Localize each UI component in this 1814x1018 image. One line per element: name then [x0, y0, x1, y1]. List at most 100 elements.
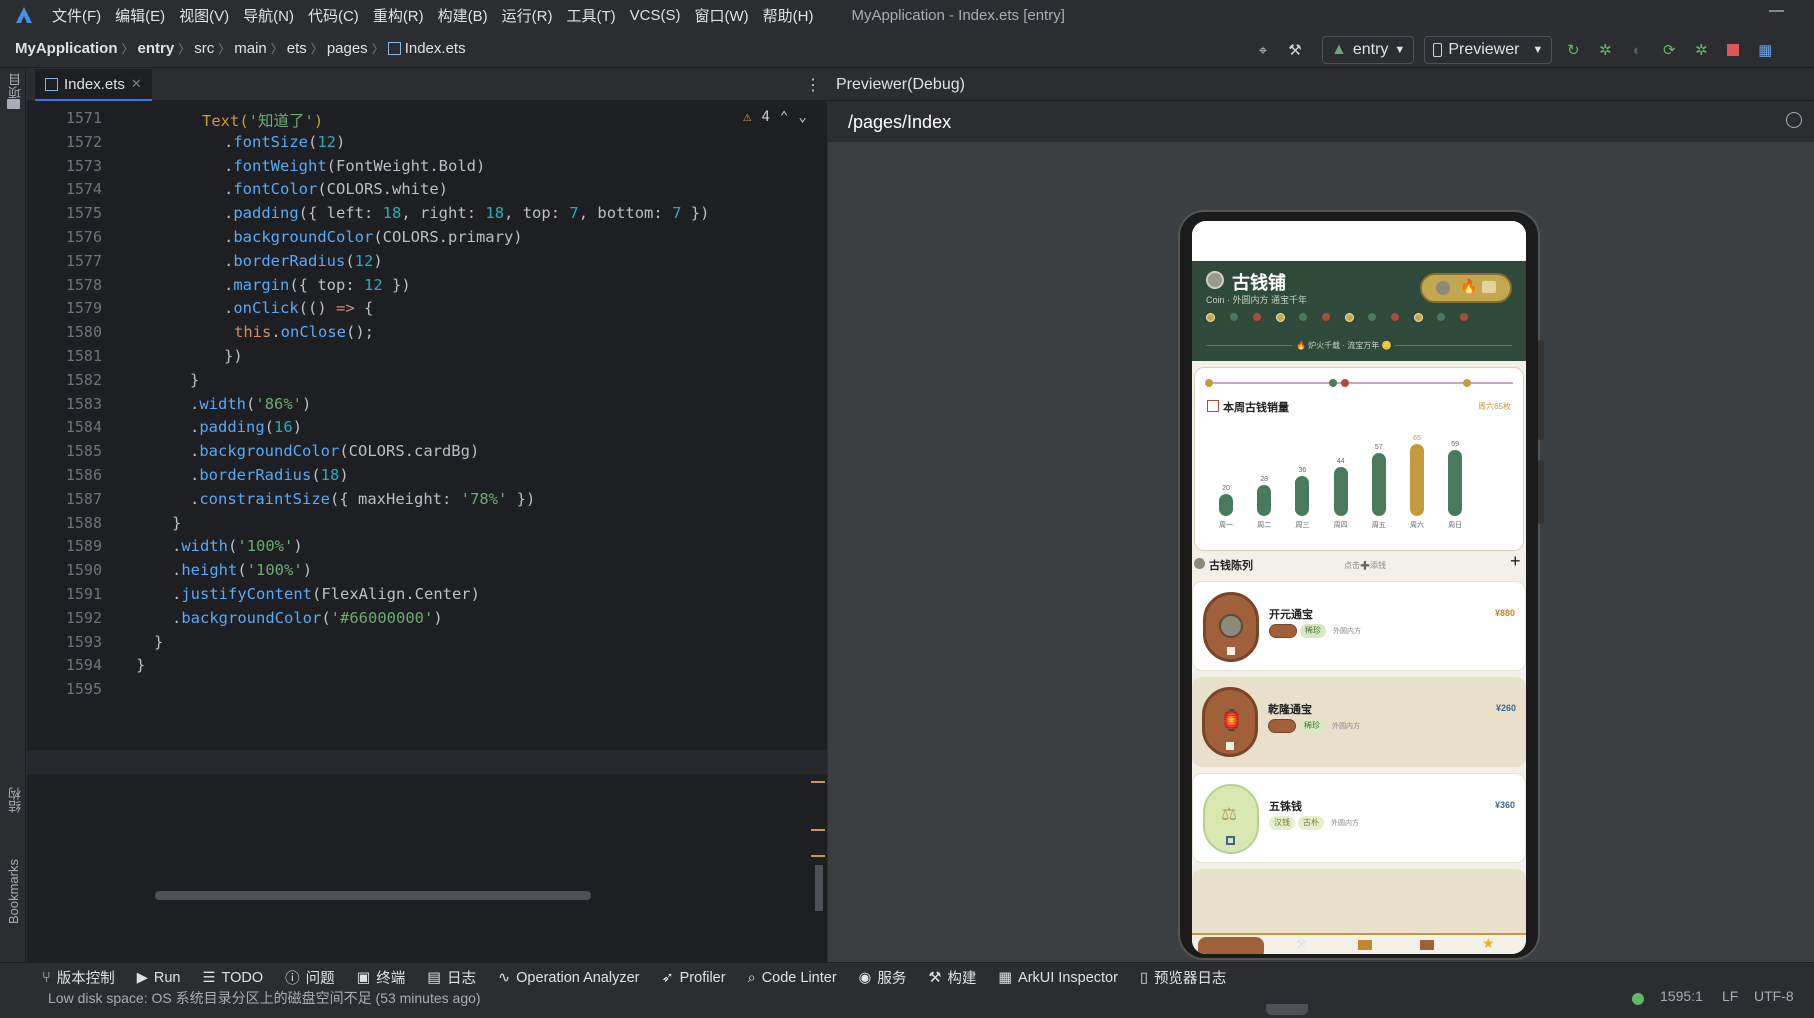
line-number: 1581 [65, 347, 102, 365]
tool-terminal[interactable]: ▣ 终端 [357, 967, 406, 988]
minimize-button[interactable]: — [1769, 2, 1784, 19]
menu-navigate[interactable]: 导航(N) [243, 5, 294, 26]
line-number: 1589 [65, 537, 102, 556]
cursor-position[interactable]: 1595:1 [1660, 988, 1703, 1004]
menu-vcs[interactable]: VCS(S) [630, 7, 681, 24]
menu-run[interactable]: 运行(R) [502, 5, 553, 26]
book-icon[interactable] [1358, 940, 1372, 950]
line-separator[interactable]: LF [1722, 988, 1738, 1004]
phone-screen[interactable]: 古钱铺 Coin · 外圆内方 通宝千年 🔥 🔥 炉火千载 · 流宝万年 🪙 本… [1192, 221, 1526, 954]
close-icon[interactable]: ✕ [131, 76, 142, 92]
preview-canvas: 古钱铺 Coin · 外圆内方 通宝千年 🔥 🔥 炉火千载 · 流宝万年 🪙 本… [828, 142, 1814, 1015]
line-number: 1594 [65, 656, 102, 675]
hammer-icon[interactable]: ⚒ [1284, 39, 1306, 61]
box-icon[interactable] [1482, 281, 1496, 293]
module-select[interactable]: ▲ entry ▼ [1322, 36, 1415, 64]
debug-icon[interactable]: ✲ [1594, 39, 1616, 61]
breadcrumb-entry[interactable]: entry [138, 40, 175, 57]
header-actions[interactable]: 🔥 [1420, 273, 1512, 303]
fire-icon[interactable]: 🔥 [1460, 278, 1477, 295]
stop-icon[interactable] [1722, 39, 1744, 61]
breadcrumb-project[interactable]: MyApplication [15, 40, 118, 57]
coin-image [1203, 592, 1259, 662]
menu-refactor[interactable]: 重构(R) [373, 5, 424, 26]
tool-vcs[interactable]: ⑂ 版本控制 [42, 967, 115, 988]
menu-help[interactable]: 帮助(H) [763, 5, 814, 26]
add-coin-button[interactable]: + [1510, 551, 1521, 572]
list-item[interactable]: 🏮 乾隆通宝 ¥260 稀珍 外圆内方 [1192, 677, 1526, 767]
tool-build[interactable]: ⚒ 构建 [928, 967, 976, 988]
file-encoding[interactable]: UTF-8 [1754, 988, 1794, 1004]
structure-tool-label[interactable]: 结构 [6, 787, 25, 813]
line-number: 1584 [65, 418, 102, 437]
tool-services[interactable]: ◉ 服务 [859, 967, 907, 988]
bookmarks-tool-label[interactable]: Bookmarks [6, 859, 21, 924]
tool-log[interactable]: ▤ 日志 [427, 967, 476, 988]
chart-bar [1371, 452, 1386, 516]
tool-code-linter[interactable]: ⌕ Code Linter [748, 970, 837, 986]
project-tool-label[interactable]: 项目 [6, 73, 25, 99]
tab-home[interactable] [1198, 937, 1264, 954]
chart-bar [1333, 466, 1348, 516]
editor-tab-bar: Index.ets ✕ ⋮ [27, 69, 827, 101]
tool-run[interactable]: ▶ Run [137, 970, 181, 986]
chevron-up-icon[interactable]: ⌃ [780, 109, 788, 125]
device-select[interactable]: Previewer ▼ [1424, 36, 1553, 64]
breadcrumb-main[interactable]: main [234, 40, 267, 57]
status-message[interactable]: Low disk space: OS 系统目录分区上的磁盘空间不足 (53 mi… [48, 988, 481, 1008]
menu-file[interactable]: 文件(F) [52, 5, 101, 26]
linter-icon: ⌕ [747, 969, 756, 986]
debug-reload-icon[interactable]: ✲ [1690, 39, 1712, 61]
item-name: 五铢钱 [1269, 801, 1302, 813]
services-icon: ◉ [858, 969, 872, 986]
tool-todo[interactable]: ☰ TODO [202, 970, 263, 986]
warning-icon[interactable]: ⚠ [743, 109, 751, 125]
menu-edit[interactable]: 编辑(E) [115, 5, 165, 26]
rerun-icon[interactable]: ↻ [1562, 39, 1584, 61]
zoom-out-icon[interactable] [1786, 112, 1802, 128]
menu-build[interactable]: 构建(B) [438, 5, 488, 26]
chart-value-label: 44 [1336, 457, 1345, 465]
log-icon: ▤ [427, 969, 441, 986]
star-icon[interactable]: ★ [1482, 935, 1495, 952]
lantern-icon: 🏮 [1219, 710, 1244, 732]
project-folder-icon[interactable] [7, 99, 20, 109]
tool-profiler[interactable]: ➶ Profiler [661, 970, 725, 986]
line-number: 1586 [65, 466, 102, 484]
menu-tools[interactable]: 工具(T) [566, 5, 615, 26]
code-line: .backgroundColor(COLORS.cardBg) [190, 442, 480, 461]
chevron-down-icon[interactable]: ⌄ [798, 109, 806, 125]
coin-image: 🏮 [1202, 687, 1258, 757]
breadcrumb-src[interactable]: src [194, 40, 214, 57]
breadcrumb-ets[interactable]: ets [287, 40, 307, 57]
list-item[interactable]: ⚖ 五铢钱 ¥360 汉钱 古朴 外圆内方 [1192, 773, 1526, 863]
attach-icon[interactable]: ◐ [1626, 39, 1648, 61]
tool-previewer-log[interactable]: ▯ 预览器日志 [1140, 967, 1226, 988]
line-number: 1573 [65, 156, 102, 175]
menu-window[interactable]: 窗口(W) [694, 5, 748, 26]
tab-index-ets[interactable]: Index.ets ✕ [35, 69, 152, 101]
breadcrumb-file[interactable]: Index.ets [405, 40, 466, 57]
more-vertical-icon[interactable]: ⋮ [805, 75, 821, 95]
menu-code[interactable]: 代码(C) [308, 5, 359, 26]
tool-problems[interactable]: ⓘ 问题 [285, 967, 335, 988]
breadcrumb-pages[interactable]: pages [327, 40, 368, 57]
list-item[interactable]: 开元通宝 ¥880 稀珍 外圆内方 [1192, 581, 1526, 671]
header-banner: 🔥 炉火千载 · 流宝万年 🪙 [1292, 340, 1396, 351]
warning-count[interactable]: 4 [761, 109, 769, 125]
module-icon: ▲ [1331, 41, 1347, 58]
hammer-icon[interactable]: ⚒ [1296, 937, 1307, 951]
app-subtitle: Coin · 外圆内方 通宝千年 [1206, 295, 1308, 305]
code-area[interactable]: ⚠ 4 ⌃ ⌄ 1571 Text('知道了') 1572 .fontSize(12)… [27, 101, 827, 939]
device-manager-icon[interactable]: ▦ [1754, 39, 1776, 61]
hot-reload-icon[interactable]: ⟳ [1658, 39, 1680, 61]
settings-coin-icon[interactable] [1436, 281, 1450, 295]
box-icon[interactable] [1420, 940, 1434, 950]
breadcrumb: MyApplication 〉 entry 〉 src 〉 main 〉 ets 〉 pa… [15, 40, 466, 57]
horizontal-scrollbar[interactable] [155, 891, 591, 900]
target-icon[interactable]: ⌖ [1252, 39, 1274, 61]
tool-operation-analyzer[interactable]: ∿ Operation Analyzer [498, 970, 639, 986]
menu-view[interactable]: 视图(V) [179, 5, 229, 26]
chart-value-label: 28 [1260, 475, 1269, 483]
tool-arkui-inspector[interactable]: ▦ ArkUI Inspector [998, 970, 1118, 986]
